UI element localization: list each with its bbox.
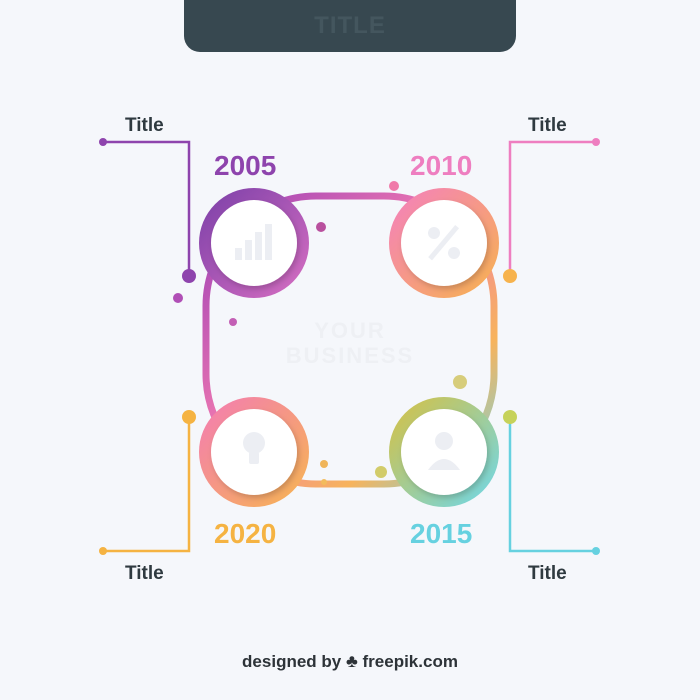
footer-brand: freepik.com: [362, 652, 458, 671]
leader-node-dot: [503, 269, 517, 283]
year-2005: 2005: [214, 150, 277, 181]
center-line-1: YOUR: [314, 318, 386, 343]
decor-dot: [389, 181, 399, 191]
infographic-page: TITLE 2005 2010 2015 2020 Title Title Ti…: [0, 0, 700, 700]
leader-end-dot: [592, 138, 600, 146]
leader-end-dot: [592, 547, 600, 555]
milestone-inner: [211, 200, 297, 286]
decor-dot: [320, 460, 328, 468]
decor-dot: [375, 466, 387, 478]
leader-line-2020: [103, 417, 191, 553]
title-2015: Title: [528, 563, 567, 584]
title-2010: Title: [528, 115, 567, 136]
footer-prefix: designed by: [242, 652, 342, 671]
milestone-2010: [389, 188, 499, 298]
title-2020: Title: [125, 563, 164, 584]
decor-dot: [453, 375, 467, 389]
leader-line-2005: [103, 140, 191, 276]
decor-dot: [229, 318, 237, 326]
leader-end-dot: [99, 138, 107, 146]
leader-node-dot: [503, 410, 517, 424]
milestone-2015: [389, 397, 499, 507]
year-2010: 2010: [410, 150, 473, 181]
center-label: YOUR BUSINESS: [250, 318, 450, 369]
title-2005: Title: [125, 115, 164, 136]
leader-end-dot: [99, 547, 107, 555]
milestone-2005: [199, 188, 309, 298]
leader-line-2015: [508, 417, 596, 553]
decor-dot: [321, 479, 327, 485]
milestone-inner: [401, 409, 487, 495]
year-2015: 2015: [410, 518, 473, 549]
leader-node-dot: [182, 410, 196, 424]
year-2020: 2020: [214, 518, 277, 549]
center-line-2: BUSINESS: [285, 343, 415, 369]
footer-credit: designed by ♣ freepik.com: [0, 651, 700, 672]
milestone-2020: [199, 397, 309, 507]
leader-line-2010: [508, 140, 596, 276]
decor-dot: [316, 222, 326, 232]
freepik-logo-icon: ♣: [345, 651, 358, 671]
leader-node-dot: [182, 269, 196, 283]
decor-dot: [173, 293, 183, 303]
